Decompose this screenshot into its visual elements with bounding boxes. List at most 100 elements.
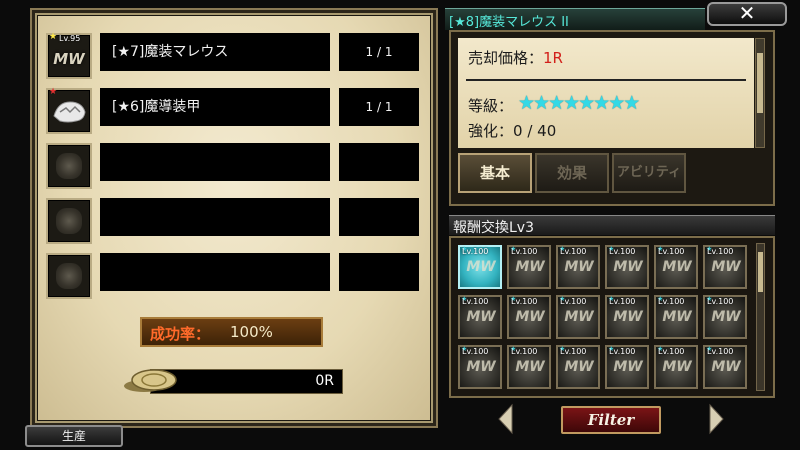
reward-cell-level: Lv.100 <box>462 297 489 306</box>
material-name-3 <box>100 143 330 181</box>
detail-scrollbar[interactable] <box>755 38 765 148</box>
material-slot-3[interactable] <box>46 143 92 189</box>
malleus-weapon-icon: MW <box>53 50 85 68</box>
next-page-arrow-icon[interactable] <box>707 402 727 436</box>
material-slot-4[interactable] <box>46 198 92 244</box>
axe-icon: MW <box>711 309 741 325</box>
reward-cell-level: Lv.100 <box>609 247 636 256</box>
coin-icon <box>124 369 177 392</box>
tab-effect[interactable]: 効果 <box>535 153 609 193</box>
sword-icon: MW <box>662 259 692 275</box>
success-rate-box: 成功率： 100% <box>140 317 323 347</box>
success-rate-value: 100% <box>230 323 273 341</box>
reward-cell-level: Lv.100 <box>560 297 587 306</box>
close-icon: ✕ <box>738 1 756 25</box>
material-count-5 <box>339 253 419 291</box>
prev-page-arrow-icon[interactable] <box>495 402 515 436</box>
sword-icon: MW <box>564 359 594 375</box>
sell-price-row: 売却価格：1R <box>468 47 563 68</box>
reward-cell[interactable]: ★ Lv.100 MW <box>605 345 649 389</box>
scythe-icon: MW <box>613 309 643 325</box>
dagger-icon: MW <box>515 309 545 325</box>
cost-value: 0R <box>315 373 334 389</box>
reward-cell-level: Lv.100 <box>511 247 538 256</box>
enhance-label: 強化： <box>468 122 514 140</box>
dagger-icon: MW <box>466 309 496 325</box>
success-rate-label: 成功率： <box>150 325 211 343</box>
item-detail-header: [★8]魔装マレウス II <box>445 8 705 30</box>
scrollbar-thumb[interactable] <box>758 252 763 292</box>
axe-icon: MW <box>662 309 692 325</box>
sword-icon: MW <box>515 359 545 375</box>
sword-icon: MW <box>564 259 594 275</box>
enhance-row: 強化：0 / 40 <box>468 120 556 141</box>
reward-cell-level: Lv.100 <box>658 247 685 256</box>
item-level: Lv.95 <box>59 34 81 43</box>
sword-icon: MW <box>515 259 545 275</box>
material-name-5 <box>100 253 330 291</box>
divider <box>466 79 746 81</box>
sword-icon: MW <box>613 359 643 375</box>
material-name-1: [★7]魔装マレウス <box>100 33 330 71</box>
reward-cell[interactable]: ★ Lv.100 MW <box>556 295 600 339</box>
reward-cell[interactable]: ★ Lv.100 MW <box>458 245 502 289</box>
scrollbar-thumb[interactable] <box>757 53 763 113</box>
sell-price-label: 売却価格： <box>468 49 544 67</box>
material-count-1: 1 / 1 <box>339 33 419 71</box>
reward-grid-scrollbar[interactable] <box>756 243 765 391</box>
reward-cell[interactable]: ★ Lv.100 MW <box>507 295 551 339</box>
close-button[interactable]: ✕ <box>707 2 787 26</box>
reward-cell[interactable]: ★ Lv.100 MW <box>703 245 747 289</box>
reward-cell-level: Lv.100 <box>462 347 489 356</box>
reward-cell-level: Lv.100 <box>658 347 685 356</box>
reward-cell[interactable]: ★ Lv.100 MW <box>556 245 600 289</box>
reward-cell[interactable]: ★ Lv.100 MW <box>654 345 698 389</box>
shield-icon: MW <box>711 359 741 375</box>
sword-icon: MW <box>662 359 692 375</box>
reward-cell-level: Lv.100 <box>560 247 587 256</box>
reward-cell-level: Lv.100 <box>707 247 734 256</box>
material-slot-1[interactable]: ★ Lv.95 MW <box>46 32 92 79</box>
material-slot-5[interactable] <box>46 253 92 299</box>
material-count-3 <box>339 143 419 181</box>
material-name-2: [★6]魔導装甲 <box>100 88 330 126</box>
reward-cell[interactable]: ★ Lv.100 MW <box>556 345 600 389</box>
reward-cell[interactable]: ★ Lv.100 MW <box>654 295 698 339</box>
reward-cell[interactable]: ★ Lv.100 MW <box>605 295 649 339</box>
reward-exchange-title: 報酬交換Lv3 <box>453 220 534 236</box>
reward-cell[interactable]: ★ Lv.100 MW <box>703 345 747 389</box>
reward-grid: ★ Lv.100 MW ★ Lv.100 MW ★ Lv.100 MW ★ Lv.100 MW ★ Lv.… <box>456 243 754 391</box>
reward-cell-level: Lv.100 <box>707 297 734 306</box>
rarity-star-icon: ★ <box>49 32 58 42</box>
reward-cell-level: Lv.100 <box>560 347 587 356</box>
enhance-value: 0 / 40 <box>513 122 557 140</box>
material-count-4 <box>339 198 419 236</box>
reward-cell-level: Lv.100 <box>609 297 636 306</box>
produce-button[interactable]: 生産 <box>25 425 123 447</box>
reward-cell-level: Lv.100 <box>707 347 734 356</box>
tab-basic[interactable]: 基本 <box>458 153 532 193</box>
sell-price-value: 1R <box>543 49 563 67</box>
reward-cell-level: Lv.100 <box>511 297 538 306</box>
reward-cell-level: Lv.100 <box>658 297 685 306</box>
reward-cell[interactable]: ★ Lv.100 MW <box>507 345 551 389</box>
reward-cell[interactable]: ★ Lv.100 MW <box>605 245 649 289</box>
reward-cell[interactable]: ★ Lv.100 MW <box>458 295 502 339</box>
reward-cell[interactable]: ★ Lv.100 MW <box>703 295 747 339</box>
sword-icon: MW <box>466 259 496 275</box>
shield-icon: MW <box>711 259 741 275</box>
armor-beast-icon <box>53 101 86 123</box>
reward-cell-level: Lv.100 <box>609 347 636 356</box>
reward-cell-level: Lv.100 <box>511 347 538 356</box>
material-name-4 <box>100 198 330 236</box>
reward-cell[interactable]: ★ Lv.100 MW <box>654 245 698 289</box>
item-detail-title: [★8]魔装マレウス II <box>449 15 569 30</box>
reward-cell-level: Lv.100 <box>462 247 489 256</box>
material-slot-2[interactable]: ★ <box>46 87 92 134</box>
filter-button[interactable]: Filter <box>561 406 661 434</box>
reward-cell[interactable]: ★ Lv.100 MW <box>458 345 502 389</box>
grade-stars: ★★★★★★★★ <box>518 92 640 114</box>
grade-label: 等級： <box>468 97 514 115</box>
tab-ability[interactable]: アビリティ <box>612 153 686 193</box>
reward-cell[interactable]: ★ Lv.100 MW <box>507 245 551 289</box>
